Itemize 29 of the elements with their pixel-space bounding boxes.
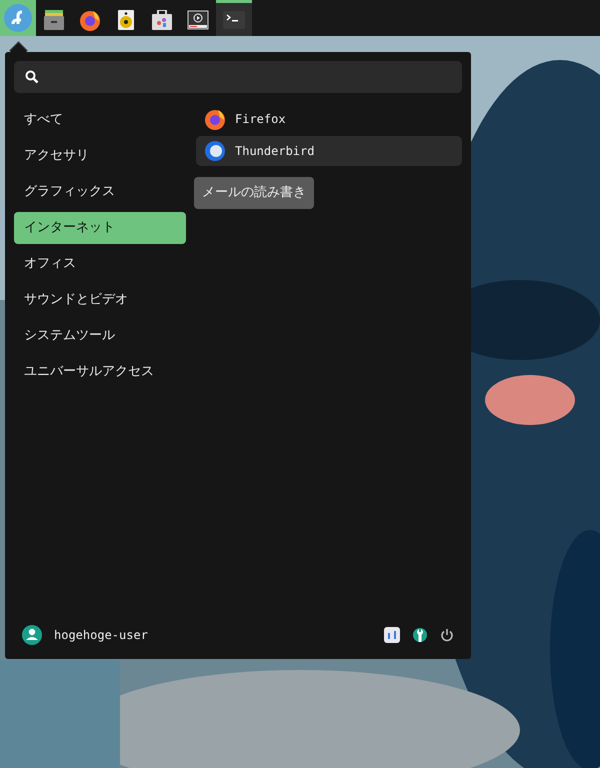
- terminal-icon: [223, 10, 245, 28]
- category-item[interactable]: アクセサリ: [14, 140, 186, 172]
- start-button[interactable]: [0, 0, 36, 36]
- speaker-icon: [117, 8, 135, 30]
- logo-icon: [4, 4, 32, 32]
- settings-icon[interactable]: [384, 627, 400, 643]
- category-item[interactable]: すべて: [14, 104, 186, 136]
- gear-wrench-icon[interactable]: [412, 626, 428, 644]
- bird-envelope-icon: [204, 140, 226, 162]
- category-item[interactable]: グラフィックス: [14, 176, 186, 208]
- power-icon[interactable]: [440, 628, 454, 642]
- category-item[interactable]: システムツール: [14, 320, 186, 352]
- category-item[interactable]: ユニバーサルアクセス: [14, 356, 186, 388]
- search-field[interactable]: [14, 61, 462, 93]
- app-item[interactable]: Firefox: [196, 104, 462, 134]
- search-icon: [25, 70, 39, 84]
- fox-globe-icon: [204, 108, 226, 130]
- user-name[interactable]: hogehoge-user: [54, 628, 148, 642]
- category-item[interactable]: サウンドとビデオ: [14, 284, 186, 316]
- video-player-icon: [187, 10, 209, 30]
- category-item[interactable]: インターネット: [14, 212, 186, 244]
- category-item[interactable]: オフィス: [14, 248, 186, 280]
- file-cabinet-icon: [43, 10, 65, 30]
- user-avatar-icon: [22, 625, 42, 645]
- tooltip: メールの読み書き: [194, 177, 314, 209]
- bag-icon: [151, 10, 173, 30]
- fox-globe-icon: [79, 8, 101, 30]
- app-item[interactable]: Thunderbird: [196, 136, 462, 166]
- taskbar-app-button[interactable]: [216, 0, 252, 36]
